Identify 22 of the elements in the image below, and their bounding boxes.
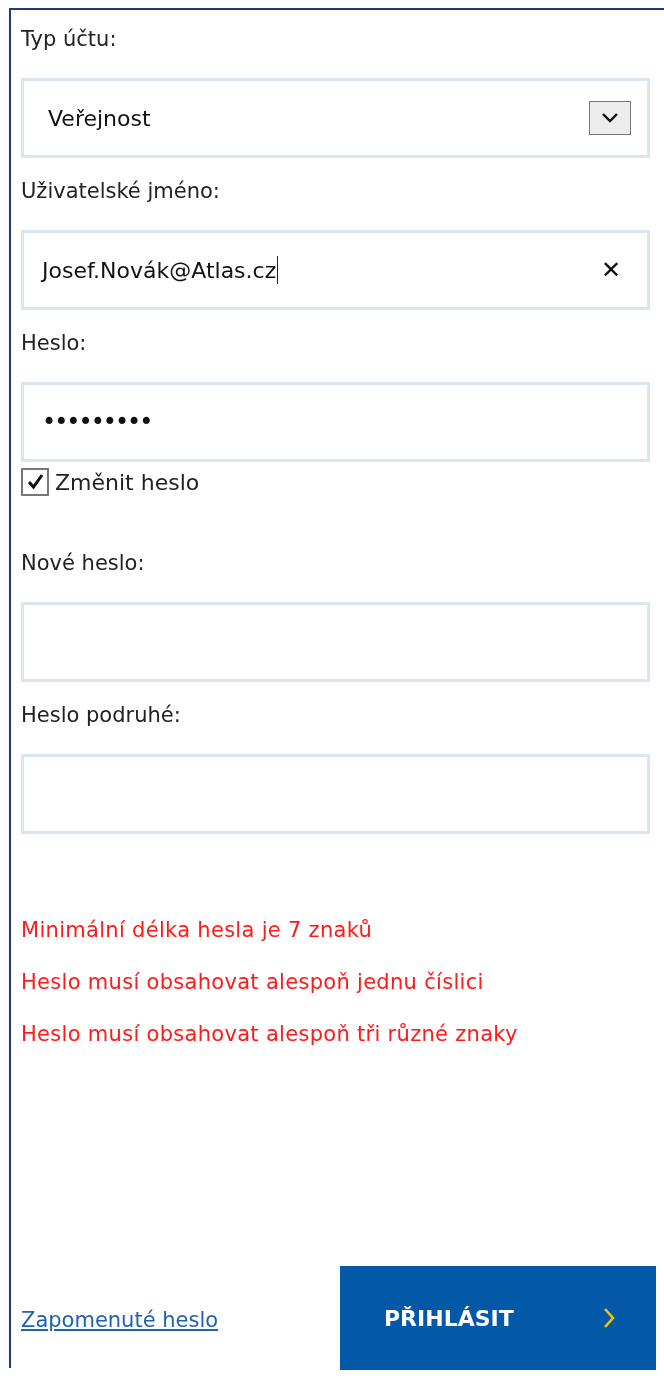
field-label: Uživatelské jméno: — [21, 178, 221, 205]
field-label: Nové heslo: — [21, 550, 146, 577]
clear-button[interactable]: ✕ — [600, 256, 621, 284]
input-field[interactable] — [21, 754, 650, 834]
input-field[interactable]: Josef.Novák@Atlas.cz ✕ — [21, 230, 650, 310]
checkbox[interactable] — [21, 468, 49, 496]
input-field[interactable]: ••••••••• — [21, 382, 650, 462]
login-button[interactable]: PŘIHLÁSIT — [340, 1266, 656, 1370]
dropdown[interactable]: Veřejnost — [21, 78, 650, 158]
chevron-down-icon — [601, 112, 619, 124]
chevron-right-icon — [602, 1306, 616, 1330]
field-label: Typ účtu: — [21, 26, 118, 53]
dropdown-button[interactable] — [589, 101, 631, 135]
error-message: Heslo musí obsahovat alespoň jednu číslici — [21, 969, 485, 996]
forgot-password-link[interactable]: Zapomenuté heslo — [21, 1308, 219, 1332]
error-message: Minimální délka hesla je 7 znaků — [21, 917, 374, 944]
input-field[interactable] — [21, 602, 650, 682]
field-label: Heslo: — [21, 330, 88, 357]
checkmark-icon — [26, 473, 44, 491]
checkbox-label: Změnit heslo — [55, 469, 200, 495]
field-label: Heslo podruhé: — [21, 702, 182, 729]
error-message: Heslo musí obsahovat alespoň tři různé znaky — [21, 1021, 519, 1048]
